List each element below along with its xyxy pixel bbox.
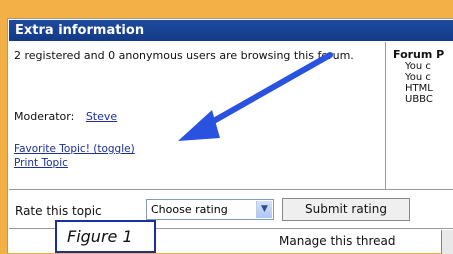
arrow-shaft xyxy=(193,52,333,134)
arrow-head-icon xyxy=(178,110,220,141)
annotation-arrow xyxy=(178,52,333,141)
figure-caption: Figure 1 xyxy=(55,220,156,253)
